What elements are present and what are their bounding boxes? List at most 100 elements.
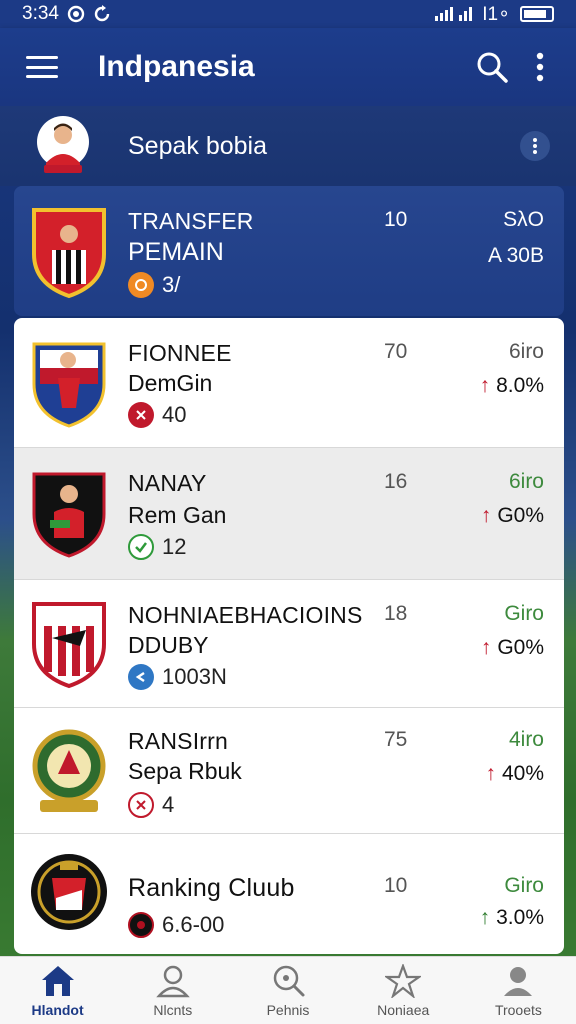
avatar[interactable] (36, 115, 90, 177)
badge-icon (128, 664, 154, 690)
club-meta-value: 12 (162, 534, 187, 559)
club-change: ↑ 3.0% (480, 906, 544, 930)
club-name: NOHNIAEBHACIOINS (128, 602, 363, 628)
club-meta: 40 (128, 402, 186, 428)
club-meta-value: 1003N (162, 664, 227, 689)
club-count: 18 (384, 602, 408, 625)
club-subtitle: Rem Gan (128, 502, 227, 528)
status-bar: 3:34 I1∘ (0, 0, 576, 28)
nav-profile-label: Trooets (494, 1001, 542, 1018)
featured-club-status: SλO (503, 208, 544, 231)
club-meta: 6.6-00 (128, 912, 224, 938)
app-title: Indpanesia (98, 50, 255, 83)
featured-club-change: A 30B (487, 244, 544, 267)
nav-favorites-label: Noniaea (377, 1001, 430, 1018)
club-list: FIONNEE DemGin 40 70 6iro ↑ 8.0% NANAY R… (14, 318, 564, 954)
featured-club-subtitle: PEMAIN (128, 238, 224, 266)
search-icon (273, 965, 305, 996)
nav-search-label: Pehnis (266, 1001, 310, 1018)
trend-arrow-icon: ↑ (480, 504, 492, 527)
club-status: 6iro (508, 470, 544, 493)
nav-players[interactable]: Nlcnts (115, 957, 230, 1024)
nav-players-label: Nlcnts (153, 1001, 193, 1018)
trend-arrow-icon: ↑ (479, 906, 491, 929)
club-subtitle: DemGin (128, 370, 213, 396)
network-label: I1∘ (482, 3, 510, 25)
club-crest-icon (32, 472, 106, 558)
app-bar: Indpanesia (0, 28, 576, 106)
sync-icon (94, 5, 110, 22)
section-title: Sepak bobia (128, 131, 268, 160)
club-change-value: 40% (501, 762, 544, 785)
club-count: 10 (384, 874, 408, 897)
club-name: NANAY (128, 470, 207, 496)
club-subtitle: Sepa Rbuk (128, 758, 242, 784)
profile-icon (504, 966, 533, 996)
club-name: FIONNEE (128, 340, 232, 366)
featured-club-count: 10 (384, 208, 408, 231)
search-button[interactable] (468, 43, 516, 91)
featured-club-meta-value: 3/ (162, 272, 181, 297)
club-subtitle: DDUBY (128, 632, 209, 658)
club-name: Ranking Cluub (128, 874, 295, 902)
trend-arrow-icon: ↑ (480, 636, 492, 659)
trend-arrow-icon: ↑ (485, 762, 496, 785)
club-status: 4iro (508, 728, 544, 751)
featured-club-name: TRANSFER (128, 208, 254, 234)
list-item[interactable]: RANSIrrn Sepa Rbuk 4 75 4iro ↑ 40% (14, 708, 564, 834)
club-change: ↑ 8.0% (480, 374, 544, 398)
list-item[interactable]: Ranking Cluub 6.6-00 10 Giro ↑ 3.0% (14, 834, 564, 954)
person-icon (156, 965, 190, 997)
club-status: Giro (504, 874, 544, 897)
overflow-menu-button[interactable] (516, 43, 564, 91)
club-change-value: G0% (497, 504, 544, 527)
badge-icon (128, 272, 154, 298)
club-count: 75 (384, 728, 408, 751)
club-meta: 1003N (128, 664, 227, 690)
section-header: Sepak bobia (0, 106, 576, 186)
club-crest-icon (32, 602, 106, 689)
club-crest-icon (31, 854, 107, 930)
featured-club-card[interactable]: TRANSFER PEMAIN 3/ 10 SλO A 30B (14, 186, 564, 316)
club-meta: 4 (128, 792, 174, 818)
nav-search[interactable]: Pehnis (230, 957, 345, 1024)
star-icon (385, 963, 422, 998)
club-change-value: 8.0% (496, 374, 544, 397)
more-vert-icon (533, 138, 537, 154)
club-crest-icon (32, 342, 106, 428)
more-vert-icon (536, 52, 544, 82)
club-meta-value: 6.6-00 (162, 912, 225, 937)
club-count: 70 (384, 340, 408, 363)
nav-home[interactable]: Hlandot (0, 957, 115, 1024)
club-change: ↑ G0% (481, 636, 544, 660)
club-status: Giro (504, 602, 544, 625)
club-name: RANSIrrn (128, 728, 229, 754)
club-change-value: 3.0% (496, 906, 544, 929)
record-icon (67, 5, 85, 23)
trend-arrow-icon: ↑ (479, 374, 491, 397)
club-crest-icon (32, 729, 106, 812)
badge-icon (128, 402, 154, 428)
club-change: ↑ 40% (485, 762, 544, 786)
club-change-value: G0% (497, 636, 544, 659)
list-item[interactable]: NOHNIAEBHACIOINS DDUBY 1003N 18 Giro ↑ G… (14, 580, 564, 708)
club-status: 6iro (508, 340, 544, 363)
club-crest-icon (32, 208, 106, 299)
club-meta: 12 (128, 534, 186, 560)
check-icon (128, 534, 154, 560)
battery-icon (520, 6, 554, 22)
nav-home-label: Hlandot (31, 1001, 84, 1018)
nav-profile[interactable]: Trooets (461, 957, 576, 1024)
home-icon (41, 965, 74, 996)
club-meta-value: 40 (162, 402, 187, 427)
list-item[interactable]: NANAY Rem Gan 12 16 6iro ↑ G0% (14, 448, 564, 580)
section-more-button[interactable] (520, 131, 550, 161)
search-icon (477, 52, 508, 83)
list-item[interactable]: FIONNEE DemGin 40 70 6iro ↑ 8.0% (14, 318, 564, 448)
club-change: ↑ G0% (481, 504, 544, 528)
nav-favorites[interactable]: Noniaea (346, 957, 461, 1024)
club-count: 16 (384, 470, 408, 493)
menu-button[interactable] (26, 52, 70, 82)
badge-icon (128, 792, 154, 818)
menu-icon (26, 56, 58, 59)
